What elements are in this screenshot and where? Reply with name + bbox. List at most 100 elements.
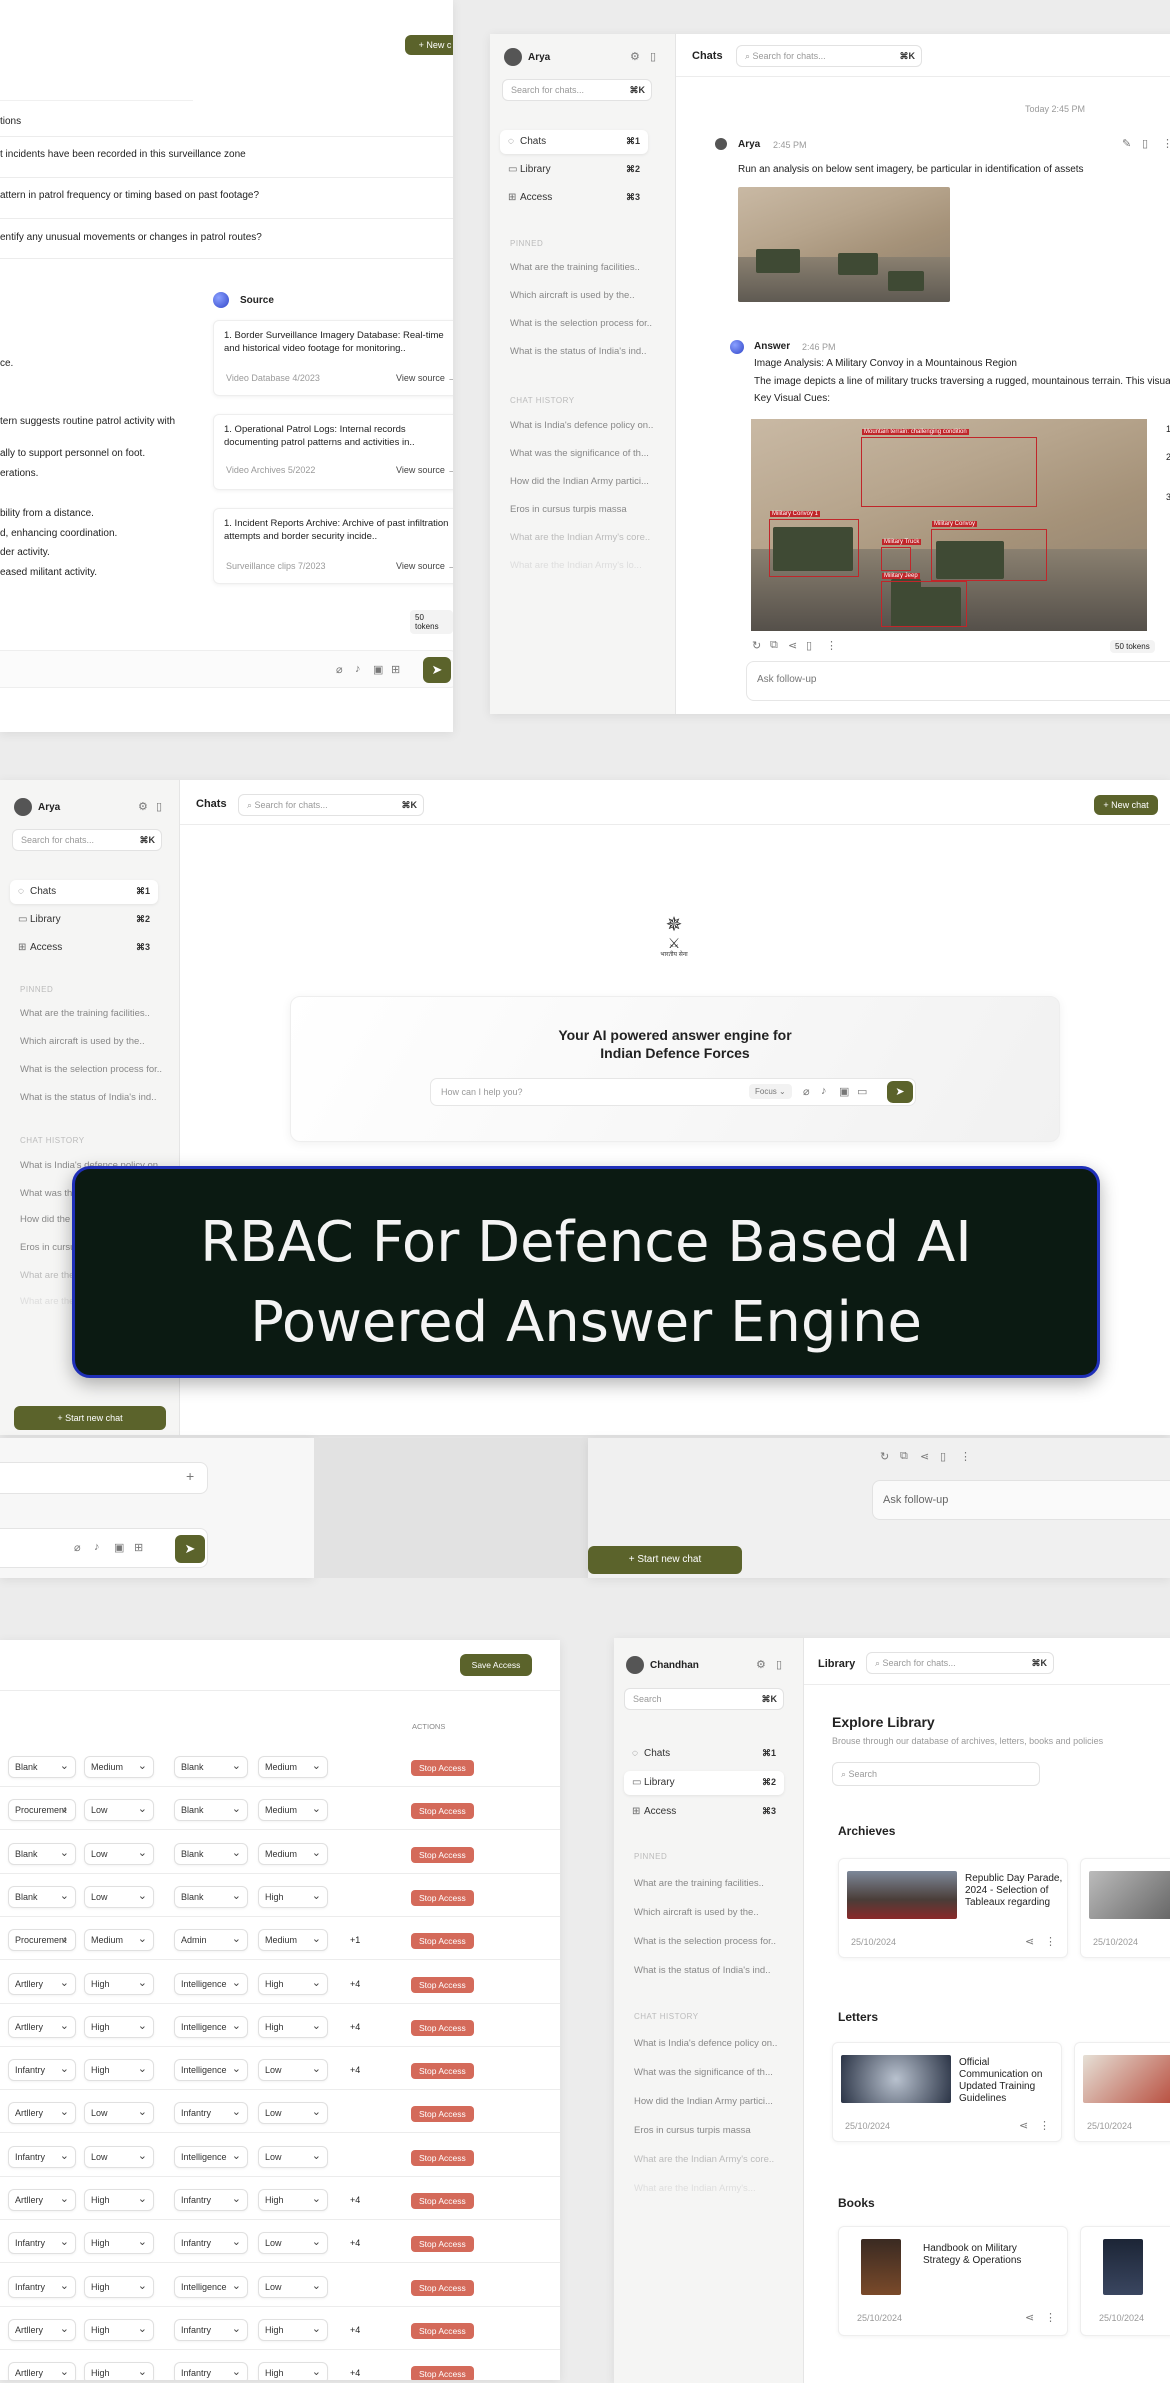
stop-access-button[interactable]: Stop Access [411, 1976, 474, 1993]
book-card[interactable]: Handbook on Military Strategy & Operatio… [838, 2226, 1068, 2336]
ask-input[interactable]: How can I help you? Focus ⌄ ⌀ ♪ ▣ ▭ ➤ [430, 1078, 916, 1106]
send-button[interactable]: ➤ [175, 1535, 205, 1563]
nav-chats[interactable]: ◌ Chats ⌘1 [10, 880, 158, 904]
view-source-link[interactable]: View source → [396, 373, 453, 383]
follow-up-input[interactable]: Ask follow-up [872, 1480, 1170, 1520]
access-select[interactable]: Artllery [8, 2189, 76, 2211]
share-icon[interactable]: ⋖ [788, 639, 797, 652]
access-select[interactable]: Admin [174, 1929, 248, 1952]
history-item[interactable]: What is India's defence policy on.. [634, 2038, 777, 2049]
access-select[interactable]: Medium [258, 1842, 328, 1865]
access-select[interactable]: Medium [258, 1799, 328, 1822]
pinned-item[interactable]: Which aircraft is used by the.. [20, 1036, 145, 1047]
uploaded-image[interactable] [738, 187, 950, 302]
stop-access-button[interactable]: Stop Access [411, 2322, 474, 2339]
history-item[interactable]: How did the Indian Army partici... [634, 2096, 773, 2107]
history-item[interactable]: What is India's defence policy on.. [510, 420, 653, 431]
access-select[interactable]: Artllery [8, 2015, 76, 2038]
access-select[interactable]: Medium [84, 1929, 154, 1952]
pinned-item[interactable]: What is the selection process for.. [510, 318, 652, 329]
stop-access-button[interactable]: Stop Access [411, 2106, 474, 2123]
new-chat-button[interactable]: + New chat [1094, 795, 1158, 815]
more-icon[interactable]: ⋮ [1162, 137, 1170, 150]
access-select[interactable]: Medium [84, 1756, 154, 1778]
more-icon[interactable]: ⋮ [1045, 2311, 1056, 2324]
stop-access-button[interactable]: Stop Access [411, 2063, 474, 2080]
more-icon[interactable]: ⋮ [826, 639, 837, 652]
mic-icon[interactable]: ♪ [821, 1085, 827, 1097]
access-select[interactable]: Blank [174, 1756, 248, 1778]
nav-chats[interactable]: ◌ Chats ⌘1 [624, 1742, 784, 1766]
avatar[interactable] [504, 48, 522, 66]
access-select[interactable]: Intelligence [174, 2059, 248, 2082]
related-question-1[interactable]: t incidents have been recorded in this s… [0, 149, 246, 160]
image-icon[interactable]: ▣ [114, 1541, 124, 1554]
access-select[interactable]: Procurement [8, 1799, 76, 1822]
stop-access-button[interactable]: Stop Access [411, 1933, 474, 1950]
access-select[interactable]: Infantry [8, 2232, 76, 2255]
nav-library[interactable]: ▭ Library ⌘2 [500, 158, 648, 182]
access-select[interactable]: Low [258, 2275, 328, 2298]
start-new-chat-button[interactable]: + Start new chat [588, 1546, 742, 1574]
history-item[interactable]: What was the significance of th... [634, 2067, 773, 2078]
source-card[interactable]: 1. Border Surveillance Imagery Database:… [213, 320, 453, 396]
access-select[interactable]: Low [258, 2102, 328, 2125]
mic-icon[interactable]: ♪ [355, 663, 361, 675]
access-select[interactable]: High [84, 2362, 154, 2380]
more-icon[interactable]: ⋮ [1039, 2119, 1050, 2132]
sidebar-toggle-icon[interactable]: ▯ [650, 50, 656, 63]
sidebar-toggle-icon[interactable]: ▯ [776, 1658, 782, 1671]
copy-icon[interactable]: ⧉ [770, 639, 778, 652]
related-question-2[interactable]: attern in patrol frequency or timing bas… [0, 190, 259, 201]
access-select[interactable]: Low [84, 1842, 154, 1865]
focus-select[interactable]: Focus ⌄ [749, 1084, 792, 1099]
access-select[interactable]: High [84, 2275, 154, 2298]
history-item[interactable]: How did the [20, 1214, 70, 1225]
chat-input[interactable] [0, 650, 453, 688]
stop-access-button[interactable]: Stop Access [411, 2149, 474, 2166]
copy-icon[interactable]: ⧉ [900, 1450, 908, 1463]
access-select[interactable]: High [258, 1972, 328, 1995]
pinned-item[interactable]: What are the training facilities.. [20, 1008, 150, 1019]
access-select[interactable]: Blank [174, 1885, 248, 1908]
attach-icon[interactable]: ⌀ [336, 663, 343, 676]
stop-access-button[interactable]: Stop Access [411, 2193, 474, 2209]
settings-icon[interactable]: ⚙ [756, 1658, 766, 1671]
view-source-link[interactable]: View source → [396, 561, 453, 571]
nav-access[interactable]: ⊞ Access ⌘3 [500, 186, 648, 210]
history-item[interactable]: What was the [20, 1188, 78, 1199]
access-select[interactable]: Medium [258, 1929, 328, 1952]
sidebar-search[interactable]: Search ⌘K [624, 1688, 784, 1710]
bookmark-icon[interactable]: ▯ [940, 1450, 946, 1463]
access-select[interactable]: Procurement [8, 1929, 76, 1952]
settings-icon[interactable]: ⚙ [630, 50, 640, 63]
apps-icon[interactable]: ⊞ [134, 1541, 143, 1554]
archive-card[interactable]: Republic Day Parade, 2024 - Selection of… [838, 1858, 1068, 1958]
share-icon[interactable]: ⋖ [1025, 2311, 1034, 2324]
stop-access-button[interactable]: Stop Access [411, 1846, 474, 1863]
share-icon[interactable]: ⋖ [920, 1450, 929, 1463]
pinned-item[interactable]: What is the status of India's ind.. [20, 1092, 156, 1103]
avatar[interactable] [626, 1656, 644, 1674]
image-icon[interactable]: ▣ [373, 663, 383, 676]
access-select[interactable]: Low [258, 2059, 328, 2082]
access-select[interactable]: Infantry [8, 2059, 76, 2082]
pinned-item[interactable]: What are the training facilities.. [510, 262, 640, 273]
access-select[interactable]: Artllery [8, 1972, 76, 1995]
nav-access[interactable]: ⊞ Access ⌘3 [10, 936, 158, 960]
pinned-item[interactable]: What are the training facilities.. [634, 1878, 764, 1889]
access-select[interactable]: Low [84, 1799, 154, 1822]
refresh-icon[interactable]: ↻ [752, 639, 761, 652]
access-select[interactable]: Intelligence [174, 2145, 248, 2168]
access-select[interactable]: Low [84, 1885, 154, 1908]
nav-access[interactable]: ⊞ Access ⌘3 [624, 1800, 784, 1824]
history-item[interactable]: What was the significance of th... [510, 448, 649, 459]
sidebar-search[interactable]: Search for chats... ⌘K [12, 829, 162, 851]
access-select[interactable]: Intelligence [174, 2015, 248, 2038]
pinned-item[interactable]: Which aircraft is used by the.. [510, 290, 635, 301]
history-item[interactable]: What are the Indian Army's... [634, 2183, 756, 2194]
send-button[interactable]: ➤ [887, 1081, 913, 1103]
book-card[interactable]: 25/10/2024 [1080, 2226, 1170, 2336]
mic-icon[interactable]: ♪ [94, 1541, 100, 1553]
stop-access-button[interactable]: Stop Access [411, 2279, 474, 2296]
